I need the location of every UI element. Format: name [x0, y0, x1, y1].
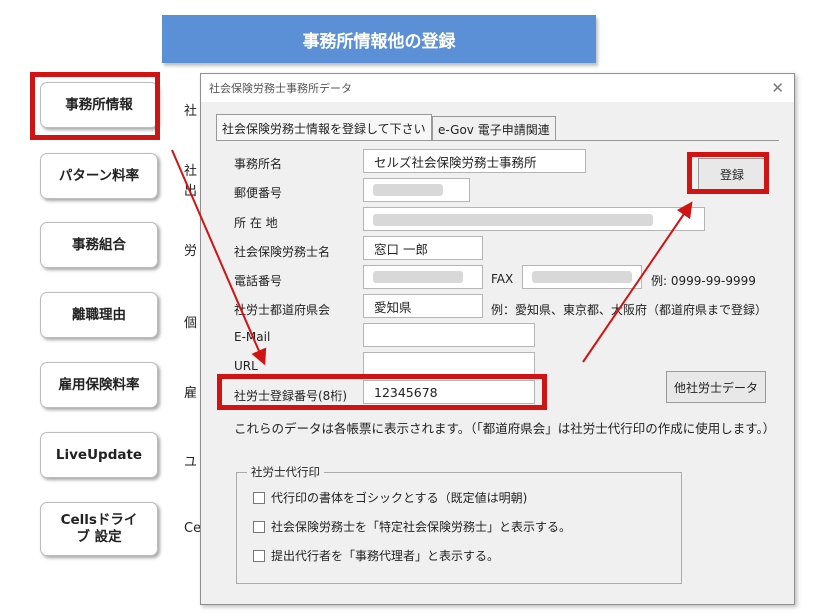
annotation-arrows: [171, 149, 693, 366]
arrow-to-reg-number: [171, 149, 267, 366]
arrow-to-register: [582, 201, 693, 363]
